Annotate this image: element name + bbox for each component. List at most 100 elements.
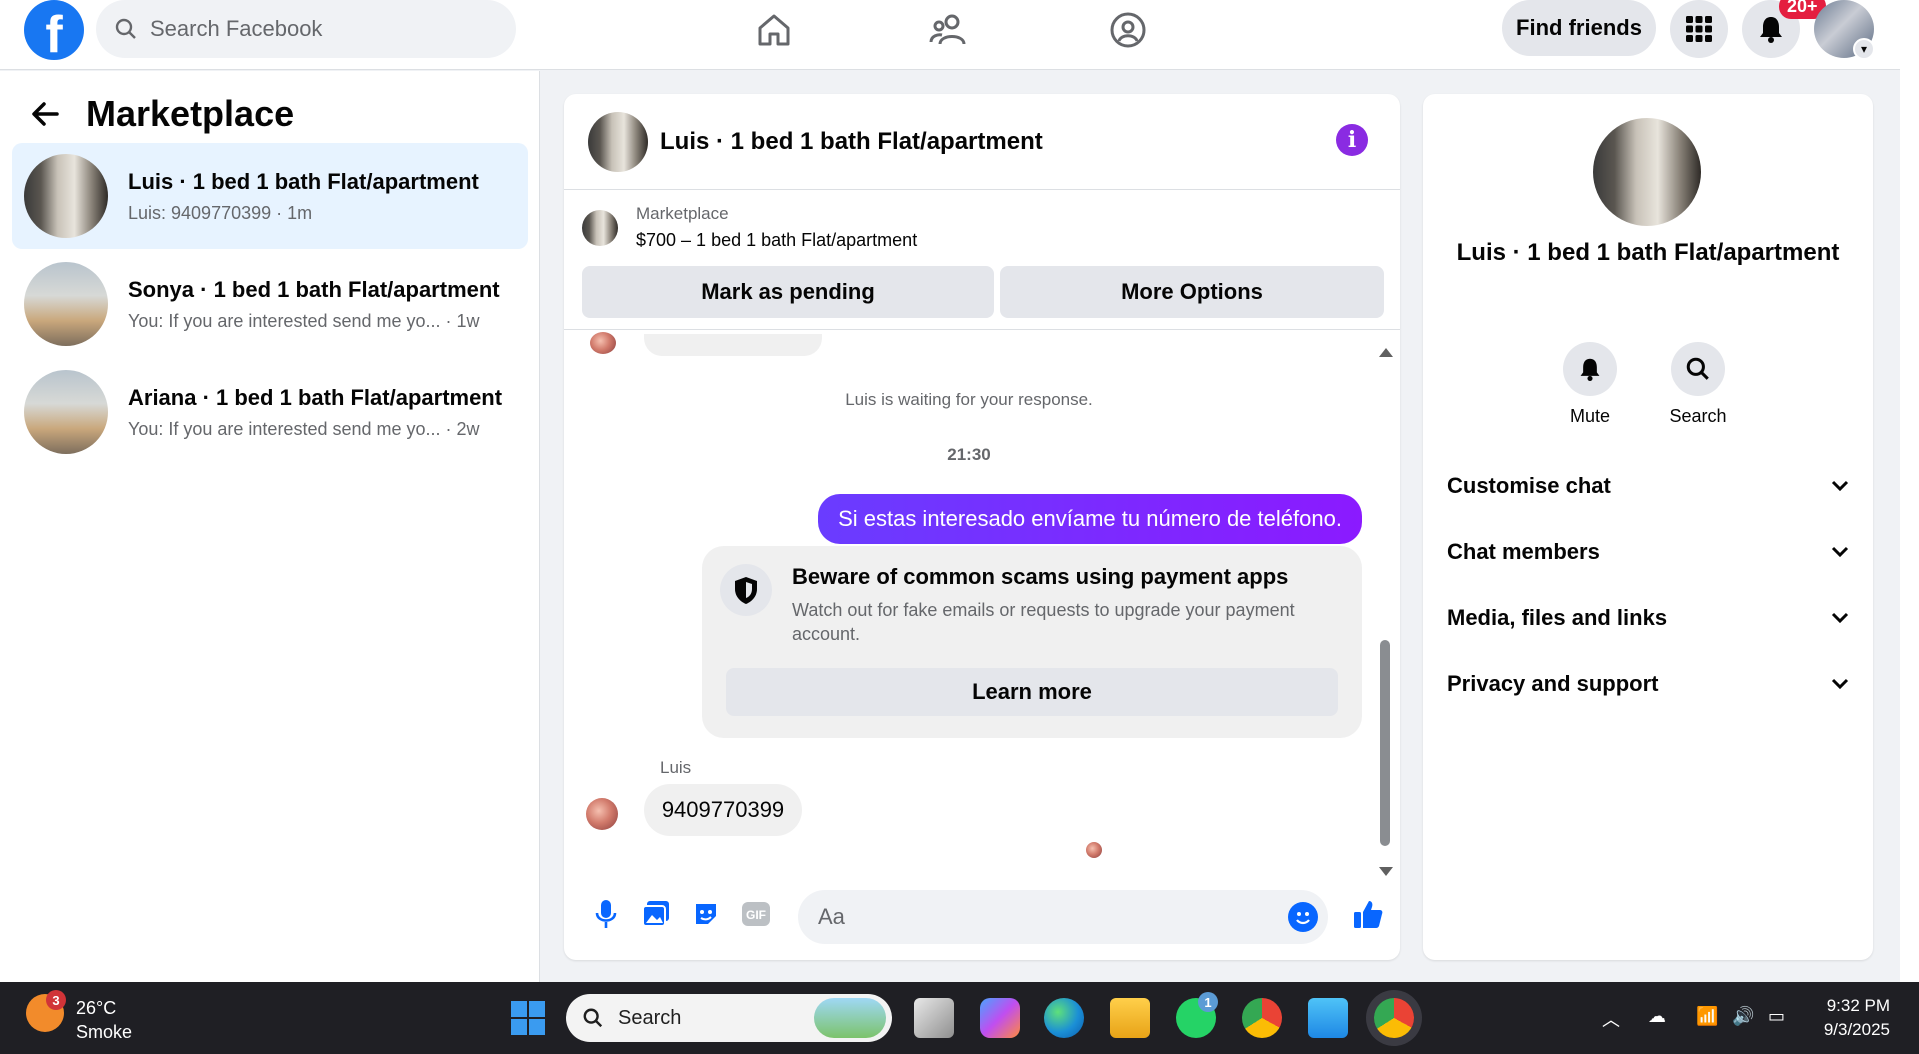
facebook-logo-icon[interactable]: f (24, 0, 84, 60)
battery-icon[interactable]: ▭ (1768, 1006, 1785, 1027)
file-explorer-icon[interactable] (1110, 998, 1150, 1038)
conversation-name: Ariana · 1 bed 1 bath Flat/apartment (128, 384, 503, 410)
groups-icon[interactable] (1104, 6, 1152, 54)
wifi-icon[interactable]: 📶 (1696, 1006, 1718, 1027)
microphone-icon[interactable] (588, 896, 624, 932)
chrome-icon[interactable] (1242, 998, 1282, 1038)
task-view-icon[interactable] (914, 998, 954, 1038)
conversation-item-ariana[interactable]: Ariana · 1 bed 1 bath Flat/apartment You… (12, 359, 528, 465)
chat-title[interactable]: Luis · 1 bed 1 bath Flat/apartment (660, 128, 1043, 156)
scroll-down-arrow-icon[interactable] (1379, 867, 1393, 876)
page-title: Marketplace (86, 93, 295, 134)
taskbar-search-input[interactable]: Search (566, 994, 892, 1042)
menu-grid-button[interactable] (1670, 0, 1728, 58)
marketplace-inbox-sidebar: Marketplace Luis · 1 bed 1 bath Flat/apa… (0, 71, 540, 983)
outgoing-message-bubble[interactable]: Si estas interesado envíame tu número de… (818, 494, 1362, 544)
privacy-support-section[interactable]: Privacy and support (1447, 664, 1849, 704)
mute-label: Mute (1569, 406, 1611, 426)
incoming-message-bubble[interactable]: 9409770399 (644, 784, 802, 836)
scrollbar-thumb[interactable] (1380, 640, 1390, 846)
bell-icon (1563, 342, 1617, 396)
chat-members-section[interactable]: Chat members (1447, 532, 1849, 572)
conversation-preview: You: If you are interested send me yo...… (128, 418, 480, 439)
notepad-icon[interactable] (1308, 998, 1348, 1038)
conversation-name: Sonya · 1 bed 1 bath Flat/apartment (128, 276, 500, 302)
read-receipt-avatar (1086, 842, 1102, 858)
sticker-icon[interactable] (688, 896, 724, 932)
sender-avatar[interactable] (586, 798, 618, 830)
search-in-conversation-button[interactable]: Search (1658, 342, 1738, 427)
weather-widget[interactable]: 26°C Smoke (76, 996, 132, 1044)
chevron-down-icon (1831, 678, 1849, 690)
media-files-links-section[interactable]: Media, files and links (1447, 598, 1849, 638)
temperature: 26°C (76, 998, 117, 1018)
message-composer: GIF Aa (564, 880, 1400, 950)
friends-icon[interactable] (924, 6, 972, 54)
search-label: Search (1669, 406, 1727, 426)
shield-icon (720, 564, 772, 616)
more-options-button[interactable]: More Options (1000, 266, 1384, 318)
listing-source-label: Marketplace (636, 204, 729, 223)
listing-thumbnail (24, 154, 108, 238)
listing-price[interactable]: $700 – 1 bed 1 bath Flat/apartment (636, 230, 917, 251)
thumbs-up-icon[interactable] (1350, 896, 1386, 932)
chevron-down-icon[interactable]: ▾ (1853, 38, 1875, 60)
emoji-icon[interactable] (1288, 902, 1318, 932)
weather-condition: Smoke (76, 1022, 133, 1042)
waiting-status-text: Luis is waiting for your response. (845, 390, 1093, 409)
section-label: Media, files and links (1447, 605, 1668, 630)
mute-button[interactable]: Mute (1550, 342, 1630, 427)
home-icon[interactable] (750, 6, 798, 54)
photo-attach-icon[interactable] (638, 896, 674, 932)
conversation-item-luis[interactable]: Luis · 1 bed 1 bath Flat/apartment Luis:… (12, 143, 528, 249)
scroll-up-arrow-icon[interactable] (1379, 348, 1393, 357)
edge-browser-icon[interactable] (1044, 998, 1084, 1038)
chat-details-panel: Luis · 1 bed 1 bath Flat/apartment Mute … (1423, 94, 1873, 960)
listing-thumbnail (24, 370, 108, 454)
chat-avatar[interactable] (588, 111, 648, 172)
sender-avatar (590, 332, 616, 354)
chevron-down-icon (1831, 546, 1849, 558)
back-arrow-icon[interactable] (30, 99, 60, 129)
info-icon[interactable]: i (1336, 124, 1368, 156)
clock-time: 9:32 PM (1826, 996, 1890, 1015)
chevron-up-icon[interactable]: ︿ (1602, 1006, 1620, 1032)
gif-icon[interactable]: GIF (738, 896, 774, 932)
svg-text:GIF: GIF (746, 908, 766, 922)
chat-scrollbar[interactable] (1376, 348, 1393, 876)
search-highlight-image (814, 998, 886, 1038)
conversation-name: Luis · 1 bed 1 bath Flat/apartment (128, 168, 479, 194)
volume-icon[interactable]: 🔊 (1732, 1006, 1754, 1027)
chevron-down-icon (1831, 612, 1849, 624)
whatsapp-unread-badge: 1 (1198, 992, 1218, 1012)
top-navigation-bar: f Search Facebook Find friends 20+ ▾ (0, 0, 1900, 70)
listing-profile-image[interactable] (1593, 118, 1701, 226)
system-clock[interactable]: 9:32 PM 9/3/2025 (1790, 994, 1890, 1042)
chrome-profile-icon[interactable] (1374, 998, 1414, 1038)
mark-as-pending-button[interactable]: Mark as pending (582, 266, 994, 318)
copilot-icon[interactable] (980, 998, 1020, 1038)
chat-header: Luis · 1 bed 1 bath Flat/apartment i (564, 94, 1400, 190)
message-input[interactable]: Aa (798, 890, 1328, 944)
conversation-item-sonya[interactable]: Sonya · 1 bed 1 bath Flat/apartment You:… (12, 251, 528, 357)
onedrive-cloud-icon[interactable]: ☁ (1648, 1006, 1666, 1027)
learn-more-button[interactable]: Learn more (726, 668, 1338, 716)
search-icon (115, 18, 136, 39)
search-icon (1671, 342, 1725, 396)
find-friends-button[interactable]: Find friends (1502, 0, 1656, 56)
search-icon (583, 1008, 603, 1028)
page-scrollbar[interactable] (1900, 0, 1919, 982)
message-timestamp: 21:30 (947, 445, 991, 464)
customise-chat-section[interactable]: Customise chat (1447, 466, 1849, 506)
scam-warning-body: Watch out for fake emails or requests to… (792, 600, 1295, 644)
conversation-preview: Luis: 9409770399 · 1m (128, 202, 313, 223)
search-facebook-input[interactable]: Search Facebook (96, 0, 516, 58)
windows-start-icon[interactable] (508, 998, 548, 1038)
previous-message-bubble (644, 334, 822, 356)
weather-alert-badge: 3 (46, 990, 66, 1010)
message-input-placeholder: Aa (818, 904, 845, 929)
clock-date: 9/3/2025 (1823, 1020, 1890, 1039)
taskbar-search-placeholder: Search (618, 1006, 682, 1029)
windows-taskbar: 3 26°C Smoke Search 1 ︿ ☁ 📶 🔊 ▭ 9:32 PM … (0, 982, 1919, 1054)
listing-thumbnail (24, 262, 108, 346)
